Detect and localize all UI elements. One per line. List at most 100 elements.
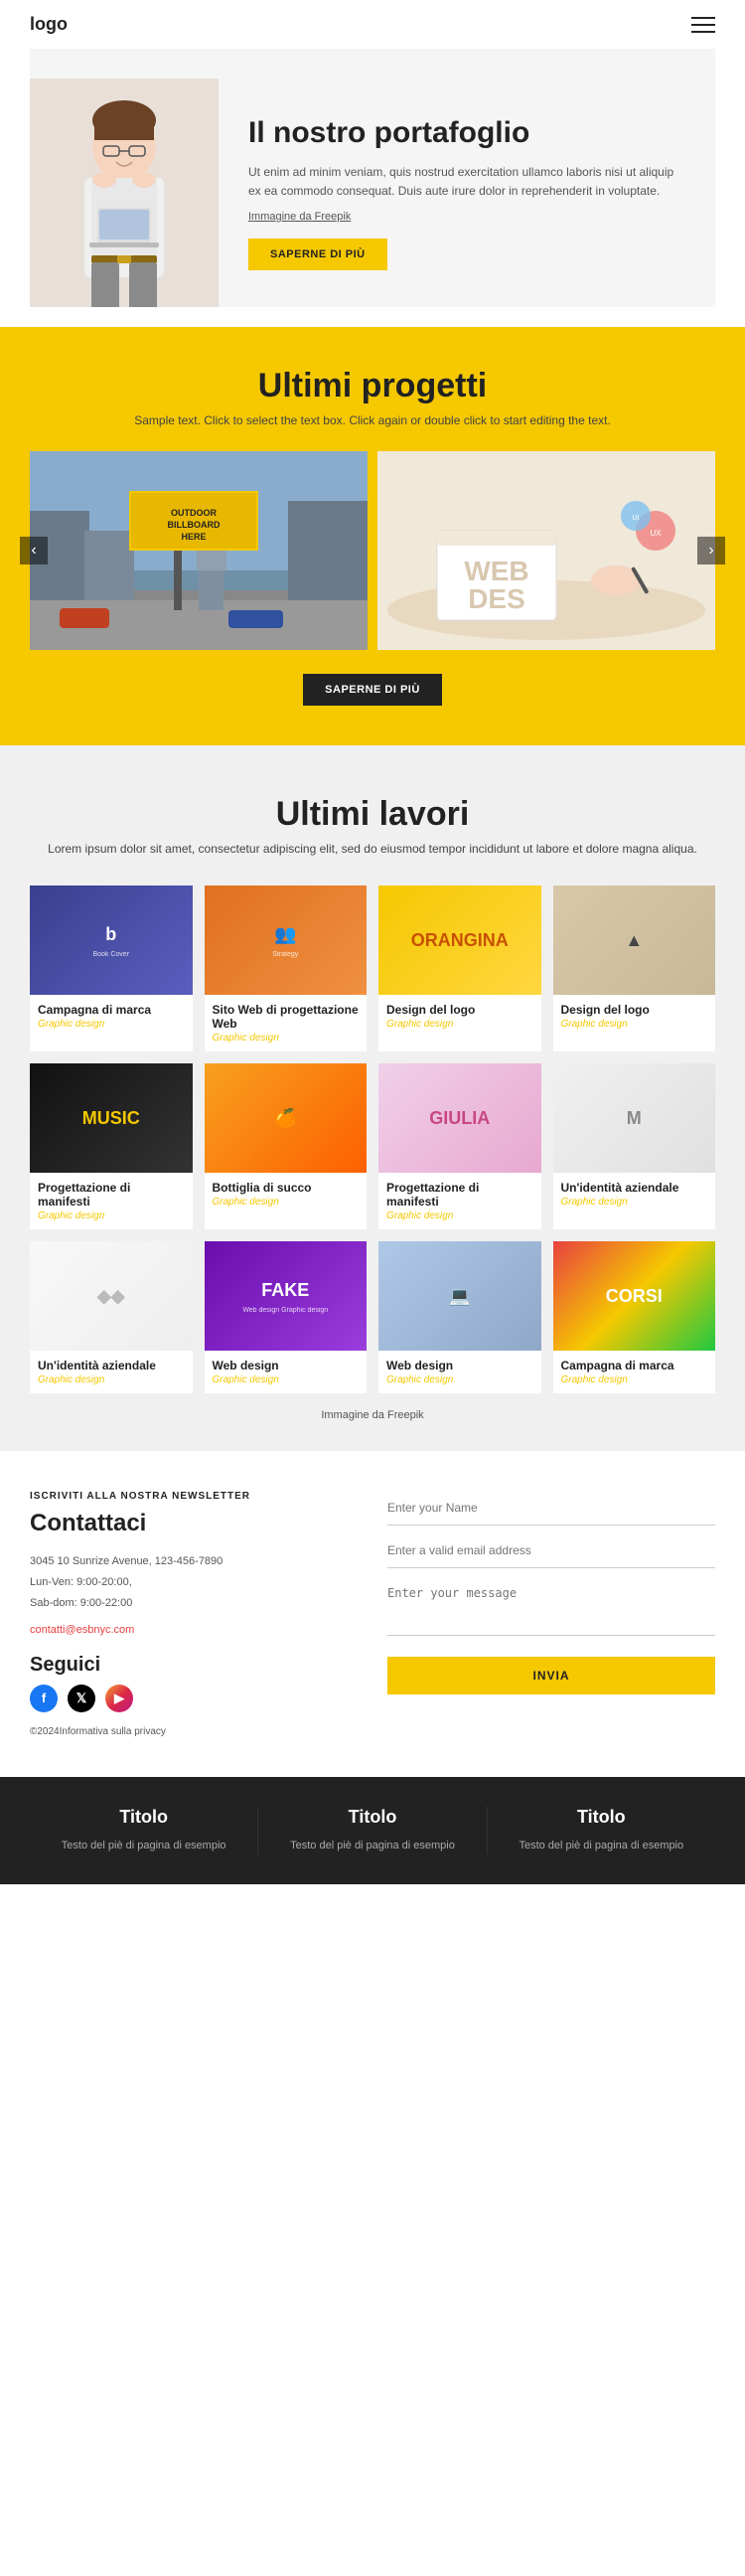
thumb-extra: Web design Graphic design bbox=[240, 1305, 330, 1316]
work-item-title: Campagna di marca bbox=[38, 1003, 185, 1017]
work-item-category: Graphic design bbox=[213, 1374, 360, 1385]
svg-text:BILLBOARD: BILLBOARD bbox=[168, 520, 221, 530]
contact-address: 3045 10 Sunrize Avenue, 123-456-7890 Lun… bbox=[30, 1551, 358, 1614]
work-info: Un'identità aziendale Graphic design bbox=[553, 1173, 716, 1215]
site-header: logo bbox=[0, 0, 745, 49]
work-item[interactable]: M Un'identità aziendale Graphic design bbox=[553, 1063, 716, 1229]
hamburger-menu[interactable] bbox=[691, 17, 715, 33]
work-thumbnail: b Book Cover bbox=[30, 886, 193, 995]
work-item-category: Graphic design bbox=[561, 1019, 708, 1030]
work-item[interactable]: GIULIA Progettazione di manifesti Graphi… bbox=[378, 1063, 541, 1229]
work-thumbnail: CORSI bbox=[553, 1241, 716, 1351]
work-item-title: Progettazione di manifesti bbox=[38, 1181, 185, 1208]
carousel-images-wrap: OUTDOOR BILLBOARD HERE bbox=[30, 451, 715, 650]
thumb-label: 💻 bbox=[445, 1282, 475, 1311]
work-item-title: Campagna di marca bbox=[561, 1359, 708, 1372]
work-item-title: Bottiglia di succo bbox=[213, 1181, 360, 1195]
work-item[interactable]: FAKE Web design Graphic design Web desig… bbox=[205, 1241, 368, 1393]
work-info: Design del logo Graphic design bbox=[553, 995, 716, 1038]
footer-col-text: Testo del piè di pagina di esempio bbox=[45, 1838, 242, 1855]
logo: logo bbox=[30, 14, 68, 35]
work-item[interactable]: CORSI Campagna di marca Graphic design bbox=[553, 1241, 716, 1393]
contact-left: ISCRIVITI ALLA NOSTRA NEWSLETTER Contatt… bbox=[30, 1491, 358, 1737]
thumb-label: ◆◆ bbox=[93, 1282, 129, 1311]
work-item-title: Sito Web di progettazione Web bbox=[213, 1003, 360, 1031]
work-item-title: Progettazione di manifesti bbox=[386, 1181, 533, 1208]
work-item[interactable]: ◆◆ Un'identità aziendale Graphic design bbox=[30, 1241, 193, 1393]
work-item[interactable]: ORANGINA Design del logo Graphic design bbox=[378, 886, 541, 1051]
work-thumbnail: 🍊 bbox=[205, 1063, 368, 1173]
footer-col-0: Titolo Testo del piè di pagina di esempi… bbox=[30, 1807, 258, 1855]
site-footer: Titolo Testo del piè di pagina di esempi… bbox=[0, 1777, 745, 1885]
thumb-extra: Strategy bbox=[270, 949, 300, 960]
work-thumbnail: M bbox=[553, 1063, 716, 1173]
hero-title: Il nostro portafoglio bbox=[248, 115, 685, 151]
carousel-image-right: WEB DES UX UI bbox=[377, 451, 715, 650]
outdoor-billboard-image: OUTDOOR BILLBOARD HERE bbox=[30, 451, 368, 650]
work-grid: b Book Cover Campagna di marca Graphic d… bbox=[30, 886, 715, 1393]
facebook-icon[interactable]: f bbox=[30, 1685, 58, 1712]
hero-cta-button[interactable]: SAPERNE DI PIÙ bbox=[248, 239, 387, 270]
svg-text:WEB: WEB bbox=[464, 556, 528, 586]
work-info: Web design Graphic design bbox=[205, 1351, 368, 1393]
form-submit-button[interactable]: INVIA bbox=[387, 1657, 715, 1694]
footer-col-text: Testo del piè di pagina di esempio bbox=[273, 1838, 471, 1855]
work-item[interactable]: ▲ Design del logo Graphic design bbox=[553, 886, 716, 1051]
work-title: Ultimi lavori bbox=[30, 795, 715, 834]
work-item-category: Graphic design bbox=[38, 1374, 185, 1385]
work-item[interactable]: 🍊 Bottiglia di succo Graphic design bbox=[205, 1063, 368, 1229]
work-item[interactable]: MUSIC Progettazione di manifesti Graphic… bbox=[30, 1063, 193, 1229]
work-item[interactable]: 👥 Strategy Sito Web di progettazione Web… bbox=[205, 886, 368, 1051]
follow-title: Seguici bbox=[30, 1654, 358, 1677]
instagram-icon[interactable]: ▶ bbox=[105, 1685, 133, 1712]
carousel-prev-button[interactable]: ‹ bbox=[20, 537, 48, 564]
hero-image-credit[interactable]: Immagine da Freepik bbox=[248, 211, 685, 223]
carousel-next-button[interactable]: › bbox=[697, 537, 725, 564]
hero-image-wrap bbox=[30, 79, 219, 307]
contact-form: INVIA bbox=[387, 1491, 715, 1737]
work-item-title: Design del logo bbox=[561, 1003, 708, 1017]
work-item[interactable]: b Book Cover Campagna di marca Graphic d… bbox=[30, 886, 193, 1051]
work-info: Campagna di marca Graphic design bbox=[553, 1351, 716, 1393]
form-email-input[interactable] bbox=[387, 1533, 715, 1568]
hero-content: Il nostro portafoglio Ut enim ad minim v… bbox=[219, 115, 685, 270]
footer-col-title: Titolo bbox=[273, 1807, 471, 1828]
footer-col-title: Titolo bbox=[45, 1807, 242, 1828]
form-name-input[interactable] bbox=[387, 1491, 715, 1526]
work-section: Ultimi lavori Lorem ipsum dolor sit amet… bbox=[0, 745, 745, 1451]
work-item-title: Un'identità aziendale bbox=[38, 1359, 185, 1372]
work-thumbnail: ORANGINA bbox=[378, 886, 541, 995]
thumb-label: FAKE bbox=[257, 1276, 313, 1305]
work-item-category: Graphic design bbox=[386, 1210, 533, 1221]
work-thumbnail: ◆◆ bbox=[30, 1241, 193, 1351]
work-info: Web design Graphic design bbox=[378, 1351, 541, 1393]
svg-text:OUTDOOR: OUTDOOR bbox=[171, 508, 217, 518]
form-message-input[interactable] bbox=[387, 1576, 715, 1636]
footer-col-title: Titolo bbox=[503, 1807, 700, 1828]
contact-title: Contattaci bbox=[30, 1510, 358, 1537]
work-freepik-credit: Immagine da Freepik bbox=[30, 1409, 715, 1421]
work-description: Lorem ipsum dolor sit amet, consectetur … bbox=[30, 842, 715, 856]
work-item-category: Graphic design bbox=[386, 1019, 533, 1030]
svg-text:UI: UI bbox=[633, 515, 640, 522]
work-thumbnail: MUSIC bbox=[30, 1063, 193, 1173]
work-item[interactable]: 💻 Web design Graphic design bbox=[378, 1241, 541, 1393]
projects-subtitle: Sample text. Click to select the text bo… bbox=[30, 413, 715, 427]
thumb-label: CORSI bbox=[602, 1282, 667, 1311]
work-info: Design del logo Graphic design bbox=[378, 995, 541, 1038]
work-info: Progettazione di manifesti Graphic desig… bbox=[30, 1173, 193, 1229]
work-item-title: Web design bbox=[386, 1359, 533, 1372]
contact-email[interactable]: contatti@esbnyc.com bbox=[30, 1624, 134, 1636]
work-info: Sito Web di progettazione Web Graphic de… bbox=[205, 995, 368, 1051]
work-info: Bottiglia di succo Graphic design bbox=[205, 1173, 368, 1215]
hero-person-image bbox=[30, 79, 219, 307]
work-info: Un'identità aziendale Graphic design bbox=[30, 1351, 193, 1393]
projects-cta-button[interactable]: SAPERNE DI PIÙ bbox=[303, 674, 442, 706]
work-thumbnail: ▲ bbox=[553, 886, 716, 995]
work-item-title: Un'identità aziendale bbox=[561, 1181, 708, 1195]
twitter-icon[interactable]: 𝕏 bbox=[68, 1685, 95, 1712]
work-info: Progettazione di manifesti Graphic desig… bbox=[378, 1173, 541, 1229]
footer-col-text: Testo del piè di pagina di esempio bbox=[503, 1838, 700, 1855]
carousel-image-left: OUTDOOR BILLBOARD HERE bbox=[30, 451, 368, 650]
thumb-label: ORANGINA bbox=[407, 926, 513, 955]
